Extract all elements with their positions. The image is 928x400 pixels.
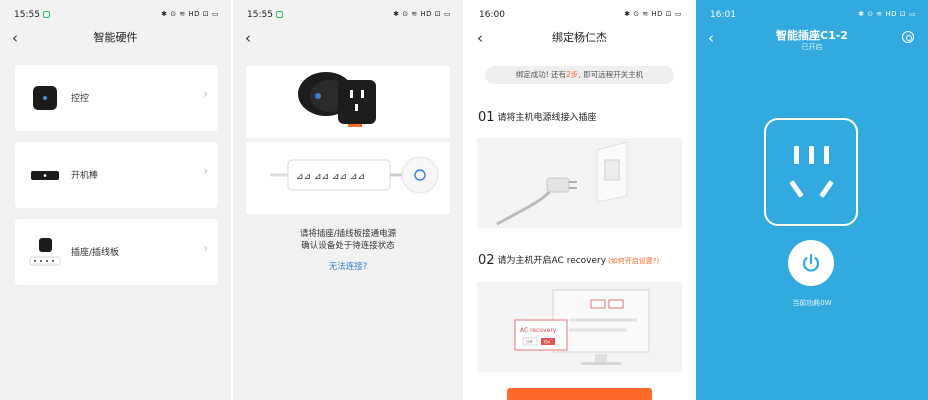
socket-slot — [794, 146, 799, 164]
socket-outlet-icon — [764, 118, 858, 226]
status-icons: ✱ ⊙ ≋ HD ⊡ ▭ — [393, 10, 451, 18]
device-label: 开机棒 — [71, 171, 99, 181]
power-icon — [802, 253, 820, 272]
smart-plug-illustration — [298, 72, 376, 127]
wall-socket-illustration — [496, 141, 628, 226]
power-strip-illustration: ⊿⊿ ⊿⊿ ⊿⊿ ⊿⊿ — [270, 156, 439, 194]
device-title: 智能插座C1-2 — [776, 29, 848, 42]
status-bar: 16:00 ✱ ⊙ ≋ HD ⊡ ▭ — [465, 0, 694, 30]
pairing-instructions: 请将插座/插线板接通电源 确认设备处于待连接状态 — [233, 228, 463, 252]
nav-bar: ‹ 智能硬件 — [0, 28, 231, 50]
socket-product-image — [246, 66, 450, 138]
screen-socket-control: 16:01 ✱ ⊙ ≋ HD ⊡ ▭ ‹ 智能插座C1-2 已开启 当前功耗0W — [696, 0, 928, 400]
monitor-settings-illustration: AC recovery Off On — [514, 289, 650, 365]
status-icons: ✱ ⊙ ≋ HD ⊡ ▭ — [858, 10, 916, 18]
socket-slot — [824, 146, 829, 164]
bios-off-option: Off — [526, 340, 534, 346]
notice-highlight: 2步 — [566, 70, 579, 79]
status-icons: ✱ ⊙ ≋ HD ⊡ ▭ — [161, 10, 219, 18]
status-bar: 15:55 ✱ ⊙ ≋ HD ⊡ ▭ — [233, 0, 463, 30]
status-time: 15:55 — [247, 10, 283, 20]
step-1-heading: 01 请将主机电源线接入插座 — [478, 110, 597, 125]
screen-bind-setup: 16:00 ✱ ⊙ ≋ HD ⊡ ▭ ‹ 绑定杨仁杰 绑定成功! 还有2步, 即… — [465, 0, 694, 400]
power-strip-image: ⊿⊿ ⊿⊿ ⊿⊿ ⊿⊿ — [246, 142, 450, 214]
chevron-right-icon: › — [203, 164, 208, 178]
socket-slot — [819, 180, 834, 198]
nav-bar: ‹ — [233, 28, 463, 50]
status-bar: 16:01 ✱ ⊙ ≋ HD ⊡ ▭ — [696, 0, 928, 30]
status-time: 16:01 — [710, 10, 736, 20]
instruction-line-2: 确认设备处于待连接状态 — [301, 241, 395, 251]
status-time: 15:55 — [14, 10, 50, 20]
step-text: 请将主机电源线接入插座 — [497, 113, 597, 123]
device-label: 插座/插线板 — [71, 248, 120, 258]
instruction-line-1: 请将插座/插线板接通电源 — [299, 229, 397, 239]
svg-text:⊿⊿ ⊿⊿ ⊿⊿ ⊿⊿: ⊿⊿ ⊿⊿ ⊿⊿ ⊿⊿ — [296, 172, 365, 182]
chevron-right-icon: › — [203, 87, 208, 101]
bios-illustration: AC recovery Off On — [477, 282, 682, 372]
power-consumption: 当前功耗0W — [792, 299, 832, 307]
bios-on-option: On — [544, 340, 551, 346]
chevron-right-icon: › — [203, 241, 208, 255]
device-status: 已开启 — [801, 43, 823, 51]
device-item-power-stick[interactable]: 开机棒 › — [15, 142, 218, 208]
socket-slot — [789, 180, 804, 198]
plug-in-illustration — [477, 138, 682, 228]
status-time: 16:00 — [479, 10, 505, 20]
notification-icon — [275, 11, 283, 18]
how-to-enable-link[interactable]: (如何开启设置?) — [608, 257, 659, 265]
controller-device-icon — [33, 86, 57, 110]
status-icons: ✱ ⊙ ≋ HD ⊡ ▭ — [624, 10, 682, 18]
page-title: 绑定杨仁杰 — [552, 31, 607, 44]
socket-device-icon — [29, 238, 61, 266]
step-number: 01 — [478, 110, 495, 125]
socket-slot — [809, 146, 814, 164]
nav-bar: ‹ 绑定杨仁杰 — [465, 28, 694, 50]
power-toggle-button[interactable] — [788, 240, 834, 286]
notice-text: 绑定成功! 还有 — [515, 70, 567, 79]
notice-text-end: , 即可远程开关主机 — [578, 70, 644, 79]
cannot-connect-link[interactable]: 无法连接? — [233, 260, 463, 272]
notification-icon — [42, 11, 50, 18]
status-bar: 15:55 ✱ ⊙ ≋ HD ⊡ ▭ — [0, 0, 231, 30]
device-item-socket[interactable]: 插座/插线板 › — [15, 219, 218, 285]
settings-gear-icon[interactable] — [902, 31, 914, 43]
screen-smart-hardware: 15:55 ✱ ⊙ ≋ HD ⊡ ▭ ‹ 智能硬件 控控 › 开机棒 › 插座/… — [0, 0, 231, 400]
step-text: 请为主机开启AC recovery — [497, 256, 607, 266]
screen-pairing: 15:55 ✱ ⊙ ≋ HD ⊡ ▭ ‹ ⊿⊿ ⊿⊿ ⊿⊿ ⊿⊿ 请将插座/插线… — [233, 0, 463, 400]
step-number: 02 — [478, 253, 495, 268]
step-2-heading: 02 请为主机开启AC recovery (如何开启设置?) — [478, 253, 659, 268]
device-label: 控控 — [71, 94, 90, 104]
bind-success-notice: 绑定成功! 还有2步, 即可远程开关主机 — [485, 66, 674, 84]
device-item-controller[interactable]: 控控 › — [15, 65, 218, 131]
bios-option-title: AC recovery — [520, 327, 557, 334]
page-title: 智能硬件 — [93, 31, 138, 44]
back-chevron-icon[interactable]: ‹ — [245, 28, 251, 48]
power-stick-device-icon — [31, 171, 59, 180]
next-button[interactable] — [507, 388, 652, 400]
